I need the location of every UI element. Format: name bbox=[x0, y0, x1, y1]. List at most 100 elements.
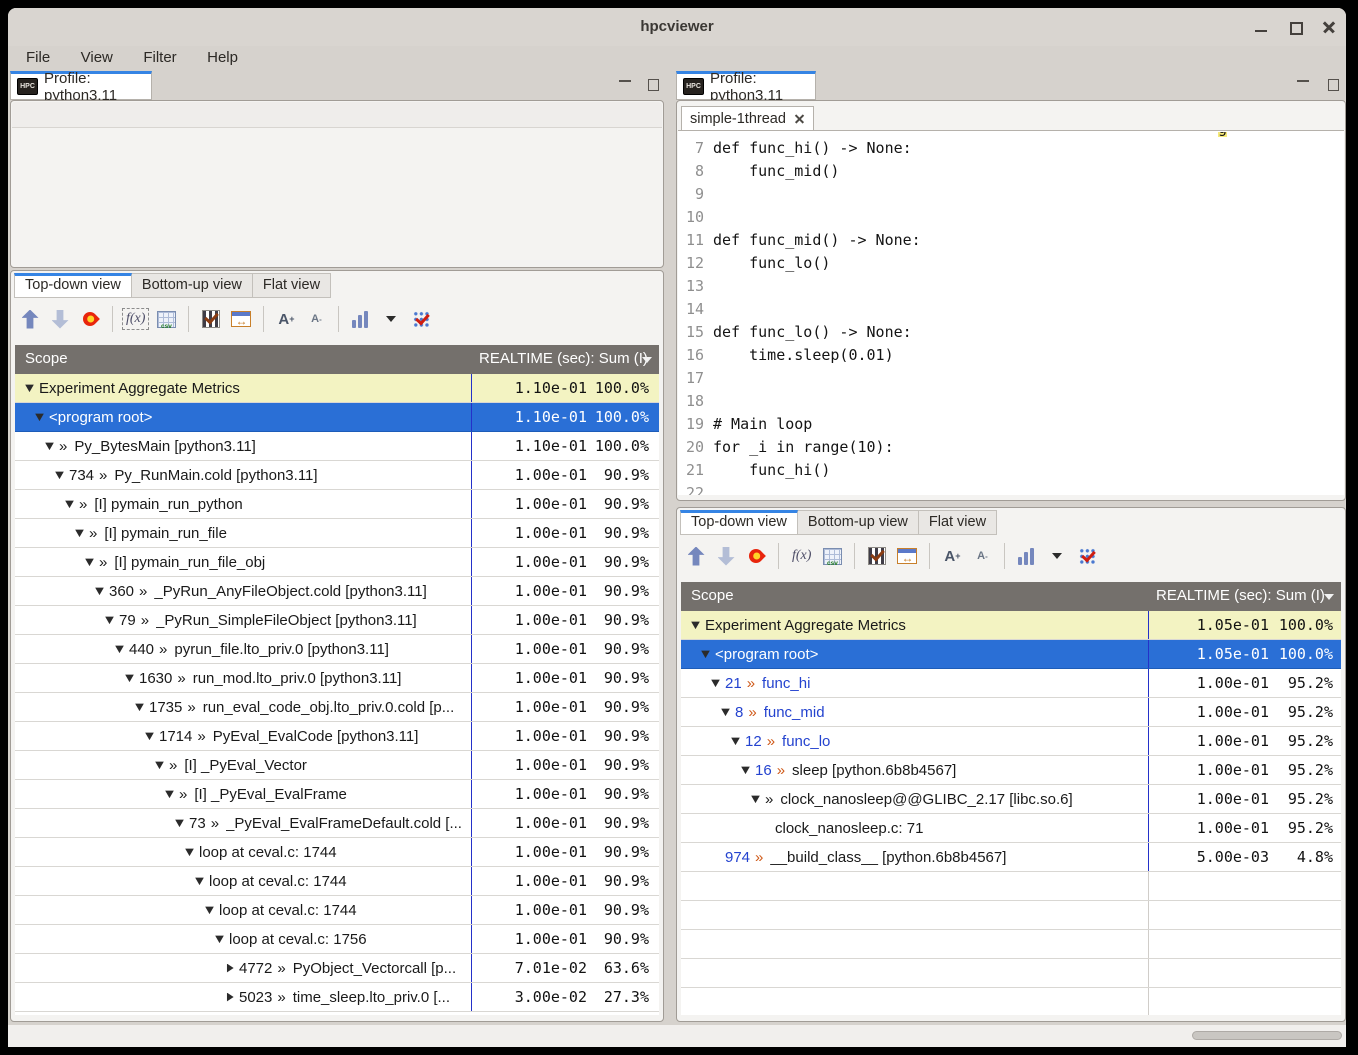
scope-column-header[interactable]: Scope bbox=[25, 350, 68, 367]
table-row[interactable]: <program root>1.05e-01100.0% bbox=[681, 640, 1341, 669]
tab-bottom-up-view[interactable]: Bottom-up view bbox=[798, 510, 919, 535]
resize-columns-icon[interactable] bbox=[895, 543, 919, 569]
window-minimize-button[interactable] bbox=[1252, 18, 1270, 36]
table-row[interactable]: »[I] pymain_run_python1.00e-0190.9% bbox=[15, 490, 659, 519]
tab-flat-view[interactable]: Flat view bbox=[919, 510, 997, 535]
table-row[interactable]: 5023»time_sleep.lto_priv.0 [...3.00e-022… bbox=[15, 983, 659, 1012]
filter-columns-icon[interactable] bbox=[865, 543, 889, 569]
left-part-maximize-icon[interactable] bbox=[645, 78, 661, 92]
table-row[interactable]: clock_nanosleep.c: 711.00e-0195.2% bbox=[681, 814, 1341, 843]
font-increase-icon[interactable]: A+ bbox=[274, 306, 298, 332]
code-line[interactable]: 8 func_mid() bbox=[678, 160, 1344, 183]
horizontal-scrollbar-thumb[interactable] bbox=[1192, 1031, 1342, 1040]
table-row[interactable]: 21»func_hi1.00e-0195.2% bbox=[681, 669, 1341, 698]
table-row[interactable]: »[I] _PyEval_Vector1.00e-0190.9% bbox=[15, 751, 659, 780]
expanded-triangle-icon[interactable] bbox=[185, 848, 194, 857]
table-row[interactable]: 1630»run_mod.lto_priv.0 [python3.11]1.00… bbox=[15, 664, 659, 693]
expanded-triangle-icon[interactable] bbox=[195, 877, 204, 886]
menu-help[interactable]: Help bbox=[194, 46, 251, 72]
metric-column-header[interactable]: REALTIME (sec): Sum (I) bbox=[479, 350, 648, 367]
callsite-line-number[interactable]: 16 bbox=[755, 762, 772, 779]
table-row[interactable]: 360»_PyRun_AnyFileObject.cold [python3.1… bbox=[15, 577, 659, 606]
hot-path-icon[interactable] bbox=[744, 543, 768, 569]
table-row[interactable]: loop at ceval.c: 17441.00e-0190.9% bbox=[15, 896, 659, 925]
font-increase-icon[interactable]: A+ bbox=[940, 543, 964, 569]
callsite-marker[interactable]: » bbox=[748, 704, 756, 721]
code-line[interactable]: 18 bbox=[678, 390, 1344, 413]
menu-file[interactable]: File bbox=[13, 46, 63, 72]
resize-columns-icon[interactable] bbox=[229, 306, 253, 332]
table-row[interactable]: Experiment Aggregate Metrics1.05e-01100.… bbox=[681, 611, 1341, 640]
expanded-triangle-icon[interactable] bbox=[45, 442, 54, 451]
table-row[interactable]: »clock_nanosleep@@GLIBC_2.17 [libc.so.6]… bbox=[681, 785, 1341, 814]
expanded-triangle-icon[interactable] bbox=[75, 529, 84, 538]
expanded-triangle-icon[interactable] bbox=[85, 558, 94, 567]
export-csv-icon[interactable] bbox=[154, 306, 178, 332]
table-row[interactable]: 12»func_lo1.00e-0195.2% bbox=[681, 727, 1341, 756]
expanded-triangle-icon[interactable] bbox=[35, 413, 44, 422]
table-row[interactable]: 73»_PyEval_EvalFrameDefault.cold [...1.0… bbox=[15, 809, 659, 838]
table-row[interactable]: 8»func_mid1.00e-0195.2% bbox=[681, 698, 1341, 727]
table-row[interactable]: 16»sleep [python.6b8b4567]1.00e-0195.2% bbox=[681, 756, 1341, 785]
callsite-line-number[interactable]: 12 bbox=[745, 733, 762, 750]
expanded-triangle-icon[interactable] bbox=[155, 761, 164, 770]
expanded-triangle-icon[interactable] bbox=[165, 790, 174, 799]
zoom-in-tree-icon[interactable] bbox=[18, 306, 42, 332]
code-line[interactable]: 22 bbox=[678, 482, 1344, 495]
table-row[interactable]: »[I] _PyEval_EvalFrame1.00e-0190.9% bbox=[15, 780, 659, 809]
code-line[interactable]: 17 bbox=[678, 367, 1344, 390]
close-icon[interactable] bbox=[794, 113, 805, 124]
derived-metric-fx-icon[interactable]: f(x) bbox=[789, 543, 814, 569]
expanded-triangle-icon[interactable] bbox=[25, 384, 34, 393]
code-line[interactable]: 9 bbox=[678, 183, 1344, 206]
code-line[interactable]: 11def func_mid() -> None: bbox=[678, 229, 1344, 252]
scope-column-header[interactable]: Scope bbox=[691, 587, 734, 604]
expanded-triangle-icon[interactable] bbox=[215, 935, 224, 944]
expanded-triangle-icon[interactable] bbox=[741, 766, 750, 775]
font-decrease-icon[interactable]: A- bbox=[304, 306, 328, 332]
zoom-in-tree-icon[interactable] bbox=[684, 543, 708, 569]
table-row[interactable]: 1714»PyEval_EvalCode [python3.11]1.00e-0… bbox=[15, 722, 659, 751]
expanded-triangle-icon[interactable] bbox=[701, 650, 710, 659]
scope-label[interactable]: func_hi bbox=[762, 675, 810, 692]
callsite-marker[interactable]: » bbox=[755, 849, 763, 866]
zoom-out-tree-icon[interactable] bbox=[48, 306, 72, 332]
collapsed-triangle-icon[interactable] bbox=[225, 993, 234, 1002]
font-decrease-icon[interactable]: A- bbox=[970, 543, 994, 569]
tab-bottom-up-view[interactable]: Bottom-up view bbox=[132, 273, 253, 298]
code-line[interactable]: 13 bbox=[678, 275, 1344, 298]
table-row[interactable]: 4772»PyObject_Vectorcall [p...7.01e-0263… bbox=[15, 954, 659, 983]
table-row[interactable]: »[I] pymain_run_file1.00e-0190.9% bbox=[15, 519, 659, 548]
window-close-button[interactable] bbox=[1320, 18, 1338, 36]
code-line[interactable]: 16 time.sleep(0.01) bbox=[678, 344, 1344, 367]
sort-caret-icon[interactable] bbox=[642, 357, 652, 363]
metric-graph-icon[interactable] bbox=[1015, 543, 1039, 569]
table-row[interactable]: 1735»run_eval_code_obj.lto_priv.0.cold [… bbox=[15, 693, 659, 722]
expanded-triangle-icon[interactable] bbox=[175, 819, 184, 828]
metric-columns-check-icon[interactable] bbox=[409, 306, 433, 332]
expanded-triangle-icon[interactable] bbox=[95, 587, 104, 596]
right-part-minimize-icon[interactable] bbox=[1295, 78, 1311, 92]
table-row[interactable]: 440»pyrun_file.lto_priv.0 [python3.11]1.… bbox=[15, 635, 659, 664]
expanded-triangle-icon[interactable] bbox=[711, 679, 720, 688]
tab-flat-view[interactable]: Flat view bbox=[253, 273, 331, 298]
scope-label[interactable]: func_mid bbox=[764, 704, 825, 721]
table-row[interactable]: loop at ceval.c: 17441.00e-0190.9% bbox=[15, 838, 659, 867]
menu-view[interactable]: View bbox=[68, 46, 126, 72]
metric-graph-icon[interactable] bbox=[349, 306, 373, 332]
tab-top-down-view[interactable]: Top-down view bbox=[14, 273, 132, 298]
expanded-triangle-icon[interactable] bbox=[721, 708, 730, 717]
table-row[interactable]: loop at ceval.c: 17441.00e-0190.9% bbox=[15, 867, 659, 896]
zoom-out-tree-icon[interactable] bbox=[714, 543, 738, 569]
expanded-triangle-icon[interactable] bbox=[751, 795, 760, 804]
table-row[interactable]: <program root>1.10e-01100.0% bbox=[15, 403, 659, 432]
left-part-minimize-icon[interactable] bbox=[617, 78, 633, 92]
table-row[interactable]: »Py_BytesMain [python3.11]1.10e-01100.0% bbox=[15, 432, 659, 461]
hot-path-icon[interactable] bbox=[78, 306, 102, 332]
code-line[interactable]: 20for _i in range(10): bbox=[678, 436, 1344, 459]
expanded-triangle-icon[interactable] bbox=[731, 737, 740, 746]
expanded-triangle-icon[interactable] bbox=[65, 500, 74, 509]
menu-filter[interactable]: Filter bbox=[130, 46, 189, 72]
expanded-triangle-icon[interactable] bbox=[105, 616, 114, 625]
table-row[interactable]: 79»_PyRun_SimpleFileObject [python3.11]1… bbox=[15, 606, 659, 635]
